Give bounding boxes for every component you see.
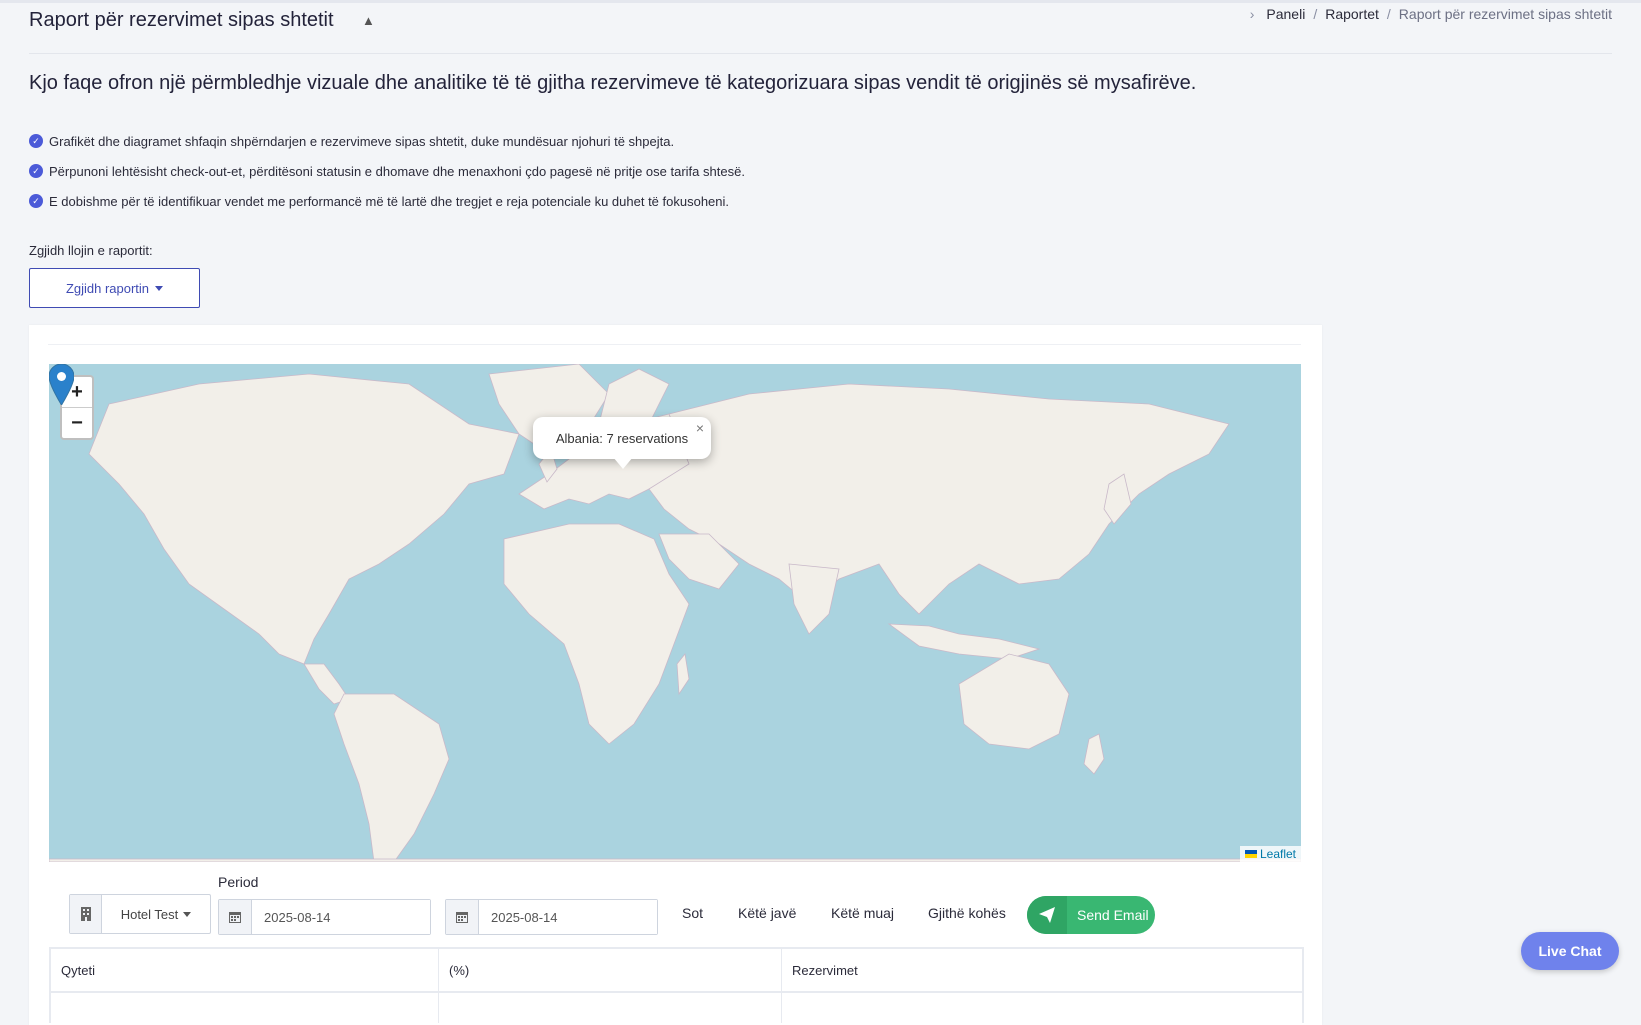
header-divider xyxy=(29,53,1612,54)
list-item: ✓ Përpunoni lehtësisht check-out-et, përd… xyxy=(29,156,745,186)
quick-filter-this-week[interactable]: Këtë javë xyxy=(738,905,796,921)
date-from-group xyxy=(218,899,431,935)
building-icon xyxy=(70,895,102,933)
column-header-reservations[interactable]: Rezervimet xyxy=(782,949,1302,991)
date-to-group xyxy=(445,899,658,935)
hotel-select-value[interactable]: Hotel Test xyxy=(102,895,210,933)
list-item: ✓ Grafikët dhe diagramet shfaqin shpërnda… xyxy=(29,126,745,156)
calendar-icon xyxy=(219,900,252,934)
hotel-name: Hotel Test xyxy=(120,906,179,922)
intro-bullets: ✓ Grafikët dhe diagramet shfaqin shpërnda… xyxy=(29,126,745,216)
quick-filter-all-time[interactable]: Gjithë kohës xyxy=(928,905,1006,921)
breadcrumb: › Paneli / Raportet / Raport për rezervi… xyxy=(1250,6,1612,22)
top-bar xyxy=(0,0,1641,3)
send-email-button[interactable]: Send Email xyxy=(1027,896,1155,934)
breadcrumb-separator: / xyxy=(1386,6,1391,22)
hotel-select[interactable]: Hotel Test xyxy=(69,894,211,934)
live-chat-button[interactable]: Live Chat xyxy=(1521,932,1619,970)
world-map[interactable]: + − Albania: 7 reservations × Leaflet xyxy=(49,364,1301,862)
collapse-toggle-icon[interactable]: ▲ xyxy=(362,13,375,28)
quick-filter-today[interactable]: Sot xyxy=(682,905,703,921)
period-label: Period xyxy=(218,874,259,890)
calendar-icon xyxy=(446,900,479,934)
bullet-text: Grafikët dhe diagramet shfaqin shpërndar… xyxy=(49,133,675,149)
zoom-out-button[interactable]: − xyxy=(62,408,92,438)
table-header: Qyteti (%) Rezervimet xyxy=(51,949,1302,993)
check-circle-icon: ✓ xyxy=(29,134,43,148)
breadcrumb-item-raportet[interactable]: Raportet xyxy=(1325,6,1379,22)
country-table: Qyteti (%) Rezervimet xyxy=(49,947,1304,1023)
attribution-link[interactable]: Leaflet xyxy=(1260,847,1296,861)
date-to-input[interactable] xyxy=(479,900,657,934)
page-title: Raport për rezervimet sipas shtetit xyxy=(29,9,334,31)
breadcrumb-item-paneli[interactable]: Paneli xyxy=(1266,6,1305,22)
map-popup: Albania: 7 reservations × xyxy=(533,417,711,469)
send-email-label: Send Email xyxy=(1077,907,1149,923)
popup-tip xyxy=(613,457,633,469)
table-cell xyxy=(439,993,782,1023)
report-select-label: Zgjidh raportin xyxy=(65,280,150,296)
bullet-text: E dobishme për të identifikuar vendet me… xyxy=(49,193,730,209)
breadcrumb-separator: / xyxy=(1313,6,1318,22)
list-item: ✓ E dobishme për të identifikuar vendet m… xyxy=(29,186,745,216)
check-circle-icon: ✓ xyxy=(29,194,43,208)
quick-filter-this-month[interactable]: Këtë muaj xyxy=(831,905,894,921)
map-attribution[interactable]: Leaflet xyxy=(1239,846,1301,862)
column-header-percent[interactable]: (%) xyxy=(439,949,782,991)
table-row xyxy=(51,993,1302,1023)
date-from-input[interactable] xyxy=(252,900,430,934)
column-header-city[interactable]: Qyteti xyxy=(51,949,439,991)
popup-text: Albania: 7 reservations xyxy=(555,430,689,446)
intro-lead: Kjo faqe ofron një përmbledhje vizuale d… xyxy=(29,72,1197,94)
paper-plane-icon xyxy=(1027,896,1067,934)
report-type-label: Zgjidh llojin e raportit: xyxy=(29,243,153,258)
breadcrumb-item-current: Raport për rezervimet sipas shtetit xyxy=(1398,6,1612,22)
report-select-dropdown[interactable]: Zgjidh raportin xyxy=(29,268,200,308)
ukraine-flag-icon xyxy=(1244,850,1257,858)
popup-close-icon[interactable]: × xyxy=(696,420,704,436)
caret-down-icon xyxy=(155,285,164,291)
chevron-right-icon: › xyxy=(1249,6,1255,22)
caret-down-icon xyxy=(183,911,192,917)
map-marker-icon[interactable] xyxy=(49,364,74,405)
table-cell xyxy=(51,993,439,1023)
table-cell xyxy=(782,993,1302,1023)
bullet-text: Përpunoni lehtësisht check-out-et, përdi… xyxy=(49,163,745,179)
check-circle-icon: ✓ xyxy=(29,164,43,178)
